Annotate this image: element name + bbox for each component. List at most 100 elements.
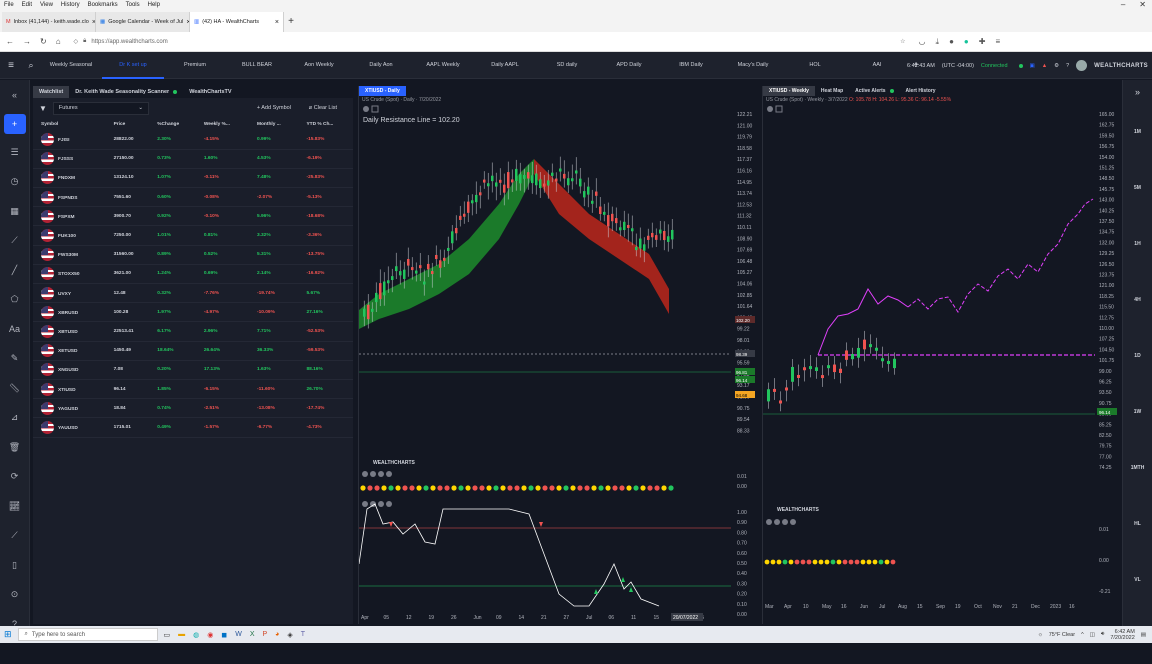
app-icon[interactable]: ◈ [287,631,292,639]
tab-watchlist[interactable]: Watchlist [33,86,70,98]
extension-icon[interactable]: ● [949,37,954,47]
menu-item[interactable]: Edit [22,2,32,8]
brush-icon[interactable]: ✎ [0,344,29,374]
file-explorer-icon[interactable]: ▬ [178,631,185,639]
timeframe-button[interactable]: 1D [1123,328,1152,384]
tray-arrow-icon[interactable]: ^ [1081,632,1084,638]
layout-tab[interactable]: SD daily [536,62,598,68]
sync-icon[interactable]: ⟳ [0,462,29,492]
timeframe-button[interactable]: HL [1123,496,1152,552]
network-icon[interactable]: ◫ [1090,632,1095,638]
bookmark-star-icon[interactable]: ☆ [900,38,909,45]
layout-tab[interactable]: Dr K set up [102,52,164,79]
column-header[interactable]: %Change [149,118,196,130]
timeframe-button[interactable]: 5M [1123,160,1152,216]
table-row[interactable]: XBTUSD 22513.41 6.17% 2.96% 7.71% -52.53% [33,321,353,342]
layout-tab[interactable]: Daily AAPL [474,62,536,68]
menu-item[interactable]: Bookmarks [88,2,118,8]
layout-tab[interactable]: Aon Weekly [288,62,350,68]
table-row[interactable]: XNGUSD 7.08 0.20% 17.13% 1.63% 88.16% [33,360,353,380]
browser-tab-calendar[interactable]: ▦ Google Calendar - Week of Jul × [96,12,190,32]
layout-tab[interactable]: BULL BEAR [226,62,288,68]
shapes-icon[interactable]: ⬠ [0,285,29,315]
word-icon[interactable]: W [235,631,242,639]
layout-tab[interactable]: HOL [784,62,846,68]
table-row[interactable]: XTIUSD 96.14 1.85% -6.15% -11.60% 26.70% [33,379,353,400]
table-row[interactable]: XETUSD 1450.49 18.64% 26.64% 36.33% -59.53% [33,341,353,361]
layout-tab[interactable]: AAPL Weekly [412,62,474,68]
trend-icon[interactable]: ⟋ [0,226,29,256]
timeframe-button[interactable]: 1H [1123,216,1152,272]
outlook-icon[interactable]: ◼ [221,631,227,639]
table-row[interactable]: FWS30M 31560.00 0.89% 0.52% 5.31% -13.75% [33,245,353,265]
table-row[interactable]: FJISI 28822.00 2.30% -4.15% 0.99% -15.83% [33,130,353,150]
layout-tab[interactable]: IBM Daily [660,62,722,68]
back-icon[interactable]: ← [6,37,14,46]
grammarly-icon[interactable]: ● [964,37,969,47]
table-row[interactable]: XBRUSD 100.28 1.97% -4.97% -10.09% 27.16% [33,302,353,323]
windows-start-icon[interactable]: ⊞ [4,629,12,640]
teams-icon[interactable]: T [301,631,305,639]
new-tab-button[interactable]: + [284,16,298,27]
layout-tab[interactable]: Daily Aon [350,62,412,68]
menu-item[interactable]: File [4,2,14,8]
weekly-chart-canvas[interactable]: 165.00 162.75 159.50 156.75 154.00 151.25 148.… [763,104,1119,624]
calendar-icon[interactable]: ▦ [0,197,29,227]
table-row[interactable]: YAGUSD 18.84 0.74% -2.51% -13.08% -17.74% [33,398,353,419]
layout-tab[interactable]: Premium [164,62,226,68]
taskbar-clock[interactable]: 6:42 AM 7/20/2022 [1110,629,1134,641]
address-bar[interactable]: ◇ 🔒︎ https://app.wealthcharts.com ☆ [69,34,910,49]
table-row[interactable]: YAUUSD 1715.01 0.49% -1.57% -6.77% -4.73% [33,417,353,438]
home-icon[interactable]: ⌂ [56,37,61,46]
tab-heat-map[interactable]: Heat Map [815,86,849,96]
table-row[interactable]: FSPNDS 7551.60 0.60% -0.08% -2.07% -5.13% [33,187,353,208]
menu-item[interactable]: History [61,2,80,8]
line-tool-icon[interactable]: ╱ [0,256,29,286]
layout-tab[interactable]: Weekly Seasonal [40,62,102,68]
browser-menu-icon[interactable]: ≡ [995,37,1000,47]
volume-icon[interactable]: 🔊︎ [1101,631,1104,638]
alert-icon[interactable]: ▲ [1042,63,1047,69]
table-row[interactable]: FUK100 7250.00 1.01% 0.81% 3.32% -3.36% [33,225,353,246]
avatar[interactable] [1076,60,1088,71]
tab-active-alerts[interactable]: Active Alerts [849,86,899,96]
table-row[interactable]: FJSSS 27150.00 0.73% 1.60% 4.53% -6.19% [33,149,353,169]
browser-tab-wealthcharts[interactable]: ▥ (42) HA - WealthCharts × [190,12,284,32]
watchlist-icon[interactable]: ☰ [0,138,29,168]
download-icon[interactable]: ⤓ [936,37,940,47]
table-row[interactable]: STOXX50 3621.00 1.24% 0.69% 2.14% -16.92% [33,264,353,285]
column-header[interactable]: Symbol [33,118,106,130]
table-row[interactable]: FNDXM 13124.10 1.07% -0.11% 7.48% -25.83% [33,168,353,189]
taskbar-search[interactable]: ⌕ Type here to search [17,628,158,641]
notification-icon[interactable]: ▤ [1141,632,1146,638]
settings-gear-icon[interactable]: ⚙ [1054,63,1059,69]
ruler-icon[interactable]: 📏︎ [0,374,29,404]
timeframe-button[interactable]: 1W [1123,384,1152,440]
tab-alert-history[interactable]: Alert History [900,86,942,96]
hamburger-menu-icon[interactable]: ≡ [0,60,22,71]
help-icon[interactable]: ? [1066,63,1069,69]
scanner-icon[interactable]: ⟋ [0,521,29,551]
taskview-icon[interactable]: ▭ [164,631,171,639]
puzzle-icon[interactable]: ✚ [979,37,986,47]
reload-icon[interactable]: ↻ [40,37,47,46]
chart-icon[interactable]: 📈︎ [0,492,29,522]
list-select[interactable]: Futures ⌄ [52,101,149,115]
excel-icon[interactable]: X [250,631,255,639]
column-header[interactable]: Monthly ... [249,118,298,130]
pocket-icon[interactable]: ◡ [919,37,926,47]
column-header[interactable]: Weekly %... [196,118,249,130]
trash-icon[interactable]: 🗑︎ [0,433,29,463]
menu-item[interactable]: Help [148,2,160,8]
info-icon[interactable]: ⊙ [0,580,29,610]
timeframe-button[interactable]: 1M [1123,104,1152,160]
close-icon[interactable]: × [275,19,279,26]
filter-icon[interactable]: ▼ [39,104,47,113]
tab-seasonality-scanner[interactable]: Dr. Keith Wade Seasonality Scanner [69,86,183,98]
close-icon[interactable]: ✕ [1139,0,1146,9]
browser-tab-inbox[interactable]: M Inbox (41,144) - keith.wade.clo × [2,12,96,32]
timezone[interactable]: (UTC -04:00) [942,63,974,69]
firefox-icon[interactable]: ◕ [275,631,279,639]
text-tool-icon[interactable]: Aa [0,315,29,345]
mobile-icon[interactable]: ▯ [0,551,29,581]
